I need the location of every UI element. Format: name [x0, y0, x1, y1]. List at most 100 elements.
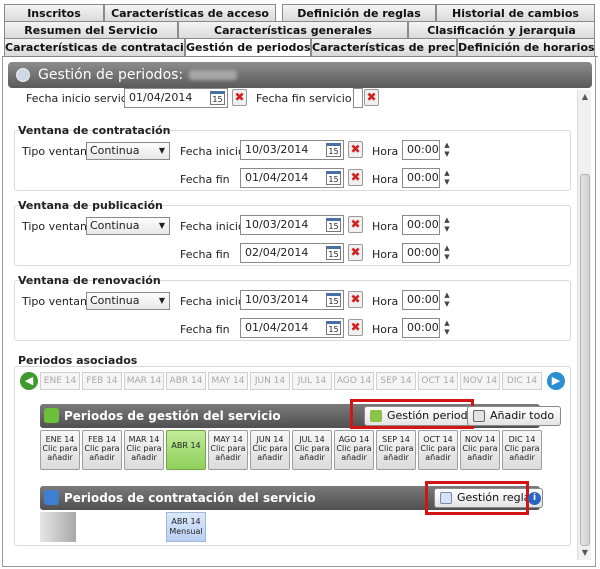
fecha-inicio-label: Fecha inicio — [180, 145, 245, 158]
tipo-ventana-select[interactable]: Continua ▼ — [86, 292, 170, 310]
anadir-todo-button[interactable]: Añadir todo — [467, 406, 562, 426]
month-tab[interactable]: ENE 14 — [40, 372, 80, 390]
spinner-arrows-icon[interactable]: ▲ ▼ — [441, 141, 453, 159]
tipo-ventana-select[interactable]: Continua ▼ — [86, 217, 170, 235]
vertical-scrollbar[interactable]: ▲ ▼ — [577, 90, 591, 560]
tab[interactable]: Características de precio — [311, 38, 457, 56]
hora-label: Hora — [372, 323, 399, 336]
tab[interactable]: Gestión de periodos — [185, 38, 311, 58]
clear-date-icon[interactable]: ✖ — [348, 216, 363, 233]
tab[interactable]: Inscritos — [4, 4, 104, 22]
clear-date-icon[interactable]: ✖ — [232, 89, 247, 106]
hora-inicio-input[interactable]: 00:00 ▲ ▼ — [402, 140, 450, 160]
window-title: Ventana de contratación — [18, 124, 171, 137]
calendar-icon[interactable]: 15 — [326, 143, 341, 157]
scroll-down-arrow-icon[interactable]: ▼ — [578, 546, 592, 560]
fecha-fin-input[interactable]: 01/04/2014 15 — [240, 168, 344, 188]
tab[interactable]: Definición de reglas — [282, 4, 436, 22]
clear-date-icon[interactable]: ✖ — [364, 89, 379, 106]
calendar-icon[interactable]: 15 — [326, 246, 341, 260]
clear-date-icon[interactable]: ✖ — [348, 244, 363, 261]
clear-date-icon[interactable]: ✖ — [348, 319, 363, 336]
calendar-icon[interactable]: 15 — [326, 293, 341, 307]
contratacion-periodos-title: Periodos de contratación del servicio — [64, 491, 316, 505]
hora-fin-input[interactable]: 00:00 ▲ ▼ — [402, 168, 450, 188]
fecha-inicio-servicio-label: Fecha inicio servicio — [26, 92, 137, 105]
clear-date-icon[interactable]: ✖ — [348, 291, 363, 308]
hora-label: Hora — [372, 295, 399, 308]
prev-months-arrow-icon[interactable]: ◀ — [20, 372, 38, 390]
month-period-cell[interactable]: SEP 14 Clic para añadir — [376, 430, 416, 470]
month-tab[interactable]: OCT 14 — [418, 372, 458, 390]
calendar-icon[interactable]: 15 — [326, 218, 341, 232]
hora-fin-input[interactable]: 00:00 ▲ ▼ — [402, 243, 450, 263]
month-tab[interactable]: SEP 14 — [376, 372, 416, 390]
month-period-cell[interactable]: MAY 14 Clic para añadir — [208, 430, 248, 470]
clock-icon — [16, 68, 30, 82]
month-tab[interactable]: FEB 14 — [82, 372, 122, 390]
tipo-ventana-label: Tipo ventana — [22, 295, 94, 308]
calendar-icon[interactable]: 15 — [210, 91, 225, 105]
clear-date-icon[interactable]: ✖ — [348, 141, 363, 158]
fecha-fin-servicio-input[interactable] — [353, 88, 363, 108]
tab[interactable]: Características generales — [178, 21, 408, 39]
tab[interactable]: Clasificación y jerarquia — [408, 21, 595, 39]
month-tab[interactable]: JUN 14 — [250, 372, 290, 390]
fecha-inicio-servicio-input[interactable]: 01/04/2014 15 — [124, 88, 228, 108]
month-period-cell[interactable]: ABR 14 — [166, 430, 206, 470]
month-tab[interactable]: DIC 14 — [502, 372, 542, 390]
clear-date-icon[interactable]: ✖ — [348, 169, 363, 186]
month-period-cell[interactable]: NOV 14 Clic para añadir — [460, 430, 500, 470]
fecha-fin-label: Fecha fin — [180, 323, 230, 336]
hora-inicio-input[interactable]: 00:00 ▲ ▼ — [402, 215, 450, 235]
spinner-arrows-icon[interactable]: ▲ ▼ — [441, 319, 453, 337]
tipo-ventana-label: Tipo ventana — [22, 220, 94, 233]
calendar-icon[interactable]: 15 — [326, 321, 341, 335]
info-icon[interactable]: i — [528, 492, 541, 505]
hora-fin-input[interactable]: 00:00 ▲ ▼ — [402, 318, 450, 338]
fecha-fin-label: Fecha fin — [180, 173, 230, 186]
fecha-fin-input[interactable]: 01/04/2014 15 — [240, 318, 344, 338]
spinner-arrows-icon[interactable]: ▲ ▼ — [441, 244, 453, 262]
tipo-ventana-label: Tipo ventana — [22, 145, 94, 158]
highlight-box — [350, 399, 474, 429]
calendar-icon[interactable]: 15 — [326, 171, 341, 185]
month-tab[interactable]: MAR 14 — [124, 372, 164, 390]
month-tab[interactable]: ABR 14 — [166, 372, 206, 390]
fecha-inicio-input[interactable]: 10/03/2014 15 — [240, 290, 344, 310]
contract-period-cell[interactable]: ABR 14 Mensual — [166, 512, 206, 542]
fecha-inicio-input[interactable]: 10/03/2014 15 — [240, 215, 344, 235]
tab[interactable]: Características de acceso — [104, 4, 276, 22]
service-name-redacted — [189, 70, 238, 80]
month-period-cell[interactable]: JUL 14 Clic para añadir — [292, 430, 332, 470]
tab[interactable]: Resumen del Servicio — [4, 21, 178, 39]
month-tab[interactable]: AGO 14 — [334, 372, 374, 390]
month-tab[interactable]: MAY 14 — [208, 372, 248, 390]
month-period-cell[interactable]: DIC 14 Clic para añadir — [502, 430, 542, 470]
scroll-up-arrow-icon[interactable]: ▲ — [578, 90, 592, 104]
tab[interactable]: Historial de cambios — [436, 4, 595, 22]
hora-label: Hora — [372, 220, 399, 233]
spinner-arrows-icon[interactable]: ▲ ▼ — [441, 291, 453, 309]
window-title: Ventana de renovación — [18, 274, 161, 287]
month-period-cell[interactable]: JUN 14 Clic para añadir — [250, 430, 290, 470]
scrollbar-thumb[interactable] — [580, 174, 590, 546]
tab[interactable]: Definición de horarios — [457, 38, 595, 56]
next-months-arrow-icon[interactable]: ▶ — [547, 372, 565, 390]
fecha-inicio-label: Fecha inicio — [180, 295, 245, 308]
tipo-ventana-select[interactable]: Continua ▼ — [86, 142, 170, 160]
hora-inicio-input[interactable]: 00:00 ▲ ▼ — [402, 290, 450, 310]
hora-label: Hora — [372, 248, 399, 261]
spinner-arrows-icon[interactable]: ▲ ▼ — [441, 169, 453, 187]
month-tab[interactable]: JUL 14 — [292, 372, 332, 390]
fecha-fin-input[interactable]: 02/04/2014 15 — [240, 243, 344, 263]
tab[interactable]: Características de contratació... — [4, 38, 185, 56]
month-period-cell[interactable]: OCT 14 Clic para añadir — [418, 430, 458, 470]
month-period-cell[interactable]: MAR 14 Clic para añadir — [124, 430, 164, 470]
fecha-inicio-input[interactable]: 10/03/2014 15 — [240, 140, 344, 160]
spinner-arrows-icon[interactable]: ▲ ▼ — [441, 216, 453, 234]
month-period-cell[interactable]: ENE 14 Clic para añadir — [40, 430, 80, 470]
month-period-cell[interactable]: FEB 14 Clic para añadir — [82, 430, 122, 470]
month-tab[interactable]: NOV 14 — [460, 372, 500, 390]
month-period-cell[interactable]: AGO 14 Clic para añadir — [334, 430, 374, 470]
